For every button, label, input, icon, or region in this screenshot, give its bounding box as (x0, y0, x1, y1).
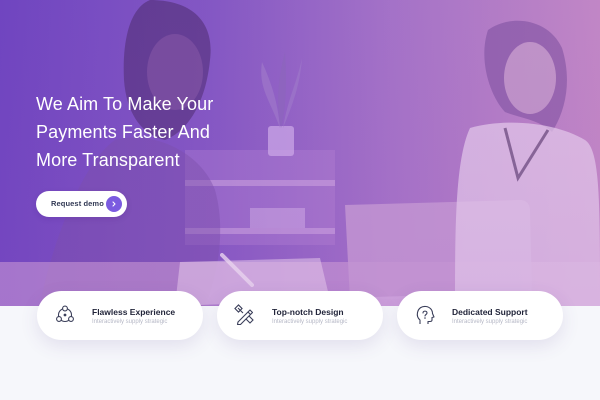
feature-cards: Flawless Experience Interactively supply… (0, 291, 600, 341)
feature-card-title: Dedicated Support (452, 307, 528, 317)
hero-headline-line-3: More Transparent (36, 150, 180, 170)
chevron-right-icon (106, 196, 122, 212)
network-nodes-icon (56, 305, 74, 323)
feature-card-title: Flawless Experience (92, 307, 176, 317)
feature-card-top-notch-design[interactable]: Top-notch Design Interactively supply st… (217, 291, 383, 340)
support-head-icon (416, 305, 435, 324)
request-demo-button[interactable]: Request demo (36, 191, 127, 217)
design-tools-icon (234, 304, 254, 326)
feature-card-subtitle: Interactively supply strategic (272, 319, 348, 325)
feature-card-subtitle: Interactively supply strategic (452, 319, 528, 325)
hero-headline: We Aim To Make Your Payments Faster And … (36, 90, 276, 174)
request-demo-label: Request demo (51, 199, 104, 208)
feature-card-dedicated-support[interactable]: Dedicated Support Interactively supply s… (397, 291, 563, 340)
feature-card-flawless-experience[interactable]: Flawless Experience Interactively supply… (37, 291, 203, 340)
hero-headline-line-2: Payments Faster And (36, 122, 210, 142)
hero-headline-line-1: We Aim To Make Your (36, 94, 214, 114)
feature-card-subtitle: Interactively supply strategic (92, 319, 168, 325)
feature-card-title: Top-notch Design (272, 307, 344, 317)
hero-section: We Aim To Make Your Payments Faster And … (0, 0, 600, 306)
